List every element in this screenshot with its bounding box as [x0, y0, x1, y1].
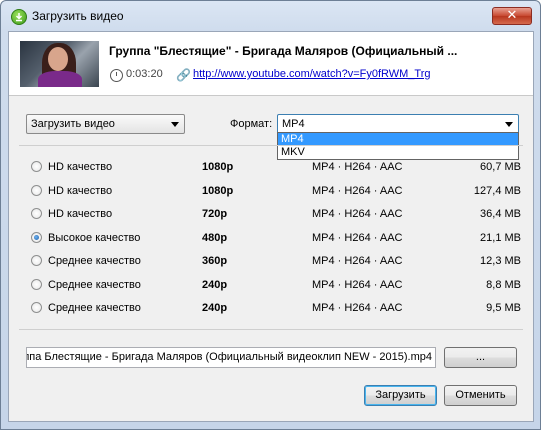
quality-resolution: 360p — [202, 255, 228, 267]
video-url-link[interactable]: http://www.youtube.com/watch?v=Fy0fRWM_T… — [193, 68, 431, 80]
quality-label: HD качество — [48, 184, 113, 197]
quality-radio[interactable] — [31, 255, 42, 266]
quality-resolution: 480p — [202, 231, 228, 244]
quality-resolution: 240p — [202, 302, 228, 314]
browse-button-label: ... — [475, 351, 486, 363]
title-bar[interactable]: Загрузить видео ✕ — [1, 1, 540, 31]
cancel-button-label: Отменить — [455, 389, 506, 401]
quality-option-row[interactable]: HD качество 720p MP4 · H264 · AAC 36,4 MB — [31, 205, 521, 223]
quality-option-row[interactable]: HD качество 1080p MP4 · H264 · AAC 127,4 MB — [31, 182, 521, 200]
quality-codec: MP4 · H264 · AAC — [312, 161, 403, 173]
download-button-label: Загрузить — [375, 389, 426, 401]
quality-option-row[interactable]: Среднее качество 240p MP4 · H264 · AAC 8,8 … — [31, 276, 521, 294]
divider — [19, 145, 523, 146]
divider — [19, 329, 523, 330]
format-dropdown-list: MP4 MKV — [277, 132, 519, 160]
video-info-panel: Группа "Блестящие" - Бригада Маляров (Оф… — [9, 32, 533, 96]
save-path-field[interactable]: ппа Блестящие - Бригада Маляров (Официал… — [26, 347, 436, 368]
quality-codec: MP4 · H264 · AAC — [312, 231, 403, 244]
app-download-icon — [11, 9, 27, 25]
chevron-down-icon — [171, 122, 179, 127]
close-icon: ✕ — [506, 8, 518, 23]
close-button[interactable]: ✕ — [492, 7, 532, 25]
browse-button[interactable]: ... — [444, 347, 517, 368]
quality-size: 8,8 MB — [486, 278, 521, 291]
quality-codec: MP4 · H264 · AAC — [312, 184, 403, 197]
link-icon: 🔗 — [176, 68, 191, 82]
video-title: Группа "Блестящие" - Бригада Маляров (Оф… — [109, 44, 458, 58]
cancel-button[interactable]: Отменить — [444, 385, 517, 406]
quality-radio[interactable] — [31, 208, 42, 219]
quality-label: Среднее качество — [48, 302, 141, 314]
download-button[interactable]: Загрузить — [364, 385, 437, 406]
video-thumbnail — [20, 41, 99, 87]
quality-resolution: 1080p — [202, 161, 234, 173]
quality-size: 9,5 MB — [486, 302, 521, 314]
quality-resolution: 720p — [202, 208, 228, 220]
quality-resolution: 240p — [202, 278, 228, 291]
quality-radio[interactable] — [31, 231, 42, 243]
video-duration: 0:03:20 — [126, 68, 163, 80]
chevron-down-icon — [505, 122, 513, 127]
quality-size: 127,4 MB — [473, 184, 521, 197]
window-title: Загрузить видео — [32, 9, 124, 23]
format-select-value: MP4 — [282, 118, 305, 130]
quality-label: HD качество — [48, 208, 113, 220]
format-select[interactable]: MP4 — [277, 114, 519, 134]
download-dialog: Загрузить видео ✕ Группа "Блестящие" - Б… — [0, 0, 541, 430]
quality-size: 12,3 MB — [480, 255, 521, 267]
quality-resolution: 1080p — [202, 184, 234, 197]
quality-radio[interactable] — [31, 278, 42, 290]
quality-codec: MP4 · H264 · AAC — [312, 302, 403, 314]
quality-codec: MP4 · H264 · AAC — [312, 278, 403, 291]
action-select[interactable]: Загрузить видео — [26, 114, 185, 134]
quality-label: HD качество — [48, 161, 113, 173]
action-select-value: Загрузить видео — [31, 118, 115, 130]
quality-label: Среднее качество — [48, 278, 141, 291]
quality-size: 36,4 MB — [480, 208, 521, 220]
quality-option-row[interactable]: Высокое качество 480p MP4 · H264 · AAC 21,1… — [31, 229, 521, 247]
quality-label: Высокое качество — [48, 231, 141, 244]
quality-option-row[interactable]: Среднее качество 360p MP4 · H264 · AAC 12,3… — [31, 252, 521, 270]
quality-option-row[interactable]: HD качество 1080p MP4 · H264 · AAC 60,7 MB — [31, 158, 521, 176]
quality-codec: MP4 · H264 · AAC — [312, 208, 403, 220]
quality-size: 60,7 MB — [480, 161, 521, 173]
quality-option-row[interactable]: Среднее качество 240p MP4 · H264 · AAC 9,5 … — [31, 299, 521, 317]
quality-radio[interactable] — [31, 184, 42, 196]
quality-codec: MP4 · H264 · AAC — [312, 255, 403, 267]
quality-label: Среднее качество — [48, 255, 141, 267]
format-label: Формат: — [230, 118, 273, 130]
quality-radio[interactable] — [31, 161, 42, 172]
quality-size: 21,1 MB — [480, 231, 521, 244]
quality-radio[interactable] — [31, 302, 42, 313]
clock-icon — [110, 69, 123, 82]
save-path-value: ппа Блестящие - Бригада Маляров (Официал… — [26, 351, 432, 363]
dialog-body: Группа "Блестящие" - Бригада Маляров (Оф… — [8, 31, 534, 422]
